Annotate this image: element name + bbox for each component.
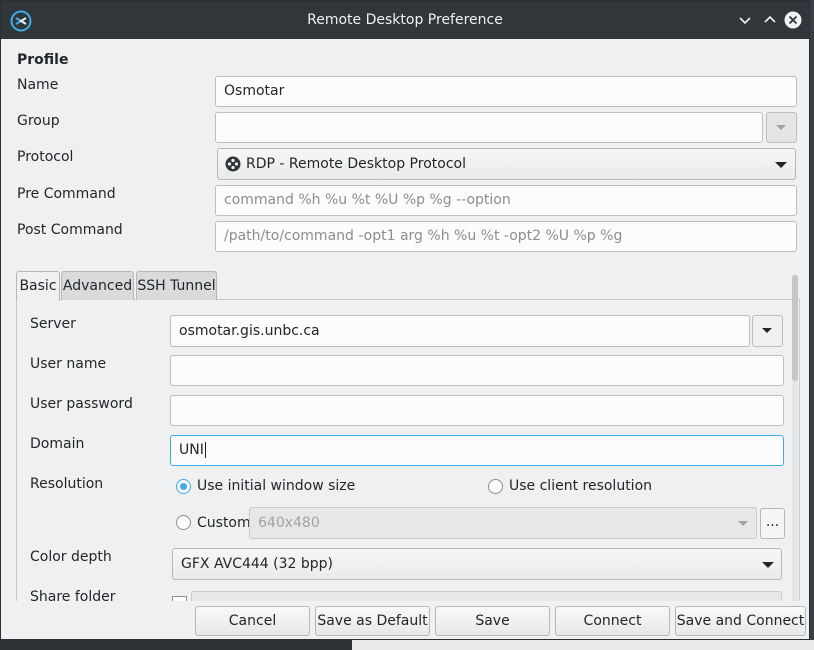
color-depth-select[interactable]: GFX AVC444 (32 bpp) [172,548,782,580]
resolution-client-radio[interactable] [488,479,503,494]
custom-resolution-select[interactable]: 640x480 [249,507,757,539]
pre-command-label: Pre Command [17,186,116,202]
color-depth-value: GFX AVC444 (32 bpp) [181,556,333,572]
pre-command-field[interactable]: command %h %u %t %U %p %g --option [215,185,797,216]
server-history-button[interactable] [752,315,783,347]
text-cursor [204,442,206,458]
protocol-select[interactable]: RDP - Remote Desktop Protocol [217,148,796,180]
tab-basic[interactable]: Basic [16,271,60,301]
password-label: User password [30,396,133,412]
protocol-value: RDP - Remote Desktop Protocol [246,156,466,172]
resolution-client-label[interactable]: Use client resolution [509,478,652,494]
color-depth-label: Color depth [30,549,112,565]
custom-resolution-value: 640x480 [258,515,320,531]
post-command-field[interactable]: /path/to/command -opt1 arg %h %u %t -opt… [215,221,797,252]
chevron-down-icon [762,562,774,568]
resolution-initial-label[interactable]: Use initial window size [197,478,355,494]
close-icon[interactable] [784,11,802,29]
post-command-label: Post Command [17,222,123,238]
chevron-down-icon [738,521,748,526]
rdp-protocol-icon [225,156,241,172]
desktop-taskbar-area [0,640,814,650]
server-field[interactable]: osmotar.gis.unbc.ca [170,315,750,347]
share-folder-label: Share folder [30,589,116,601]
resolution-custom-label[interactable]: Custom [197,515,251,531]
group-field[interactable] [215,112,763,143]
profile-heading: Profile [17,52,69,68]
connect-button[interactable]: Connect [555,606,670,636]
group-dropdown-button[interactable] [766,112,797,143]
name-field[interactable]: Osmotar [215,76,797,107]
domain-value: UNI [179,442,204,458]
chevron-down-icon [762,328,772,333]
resolution-initial-radio[interactable] [176,479,191,494]
tab-advanced[interactable]: Advanced [61,271,134,300]
group-label: Group [17,113,60,129]
cancel-button[interactable]: Cancel [195,606,310,636]
panel-scrollbar-thumb[interactable] [792,275,798,381]
resolution-custom-radio[interactable] [176,515,191,530]
resolution-label: Resolution [30,476,104,492]
window-title: Remote Desktop Preference [307,12,503,28]
maximize-icon[interactable] [761,11,779,29]
password-field[interactable] [170,395,784,426]
remote-desktop-preference-dialog: Remote Desktop Preference Profile Name O… [0,0,810,640]
chevron-down-icon [775,162,787,168]
dialog-button-bar: Cancel Save as Default Save Connect Save… [1,601,809,639]
protocol-label: Protocol [17,149,74,165]
username-label: User name [30,356,107,372]
desktop-background [810,0,814,650]
resolution-more-button[interactable]: ... [760,508,785,539]
server-label: Server [30,316,76,332]
username-field[interactable] [170,355,784,386]
save-button[interactable]: Save [435,606,550,636]
domain-label: Domain [30,436,85,452]
title-bar[interactable]: Remote Desktop Preference [1,1,809,39]
save-and-connect-button[interactable]: Save and Connect [675,606,806,636]
chevron-down-icon [776,125,786,130]
domain-field[interactable]: UNI [170,435,784,466]
minimize-icon[interactable] [736,11,754,29]
name-label: Name [17,77,59,93]
save-as-default-button[interactable]: Save as Default [315,606,430,636]
share-folder-chooser[interactable] [191,591,782,601]
tab-ssh-tunnel[interactable]: SSH Tunnel [136,271,217,300]
